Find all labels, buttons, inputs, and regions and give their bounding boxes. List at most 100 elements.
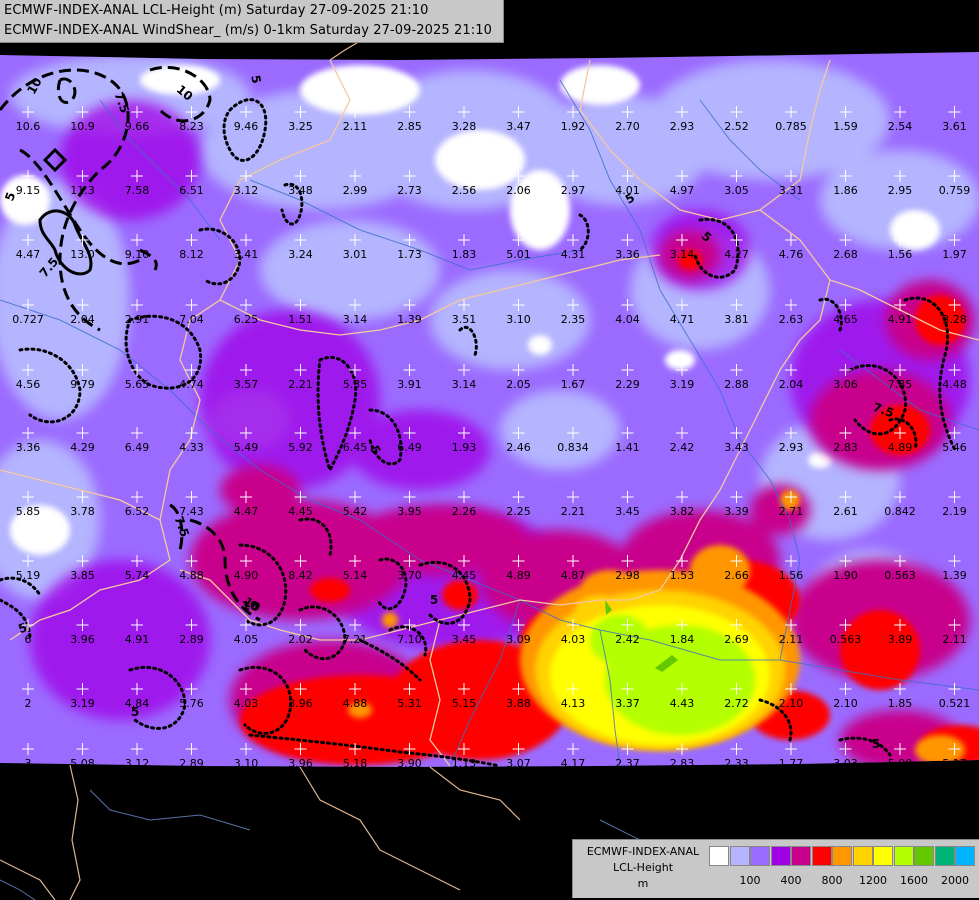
lcl-value-label: 8.23 — [179, 120, 204, 133]
lcl-value-label: 2.89 — [179, 633, 204, 646]
legend-swatch — [811, 846, 832, 866]
lcl-value-label: 6 — [25, 633, 32, 646]
lcl-value-label: 6.25 — [234, 313, 259, 326]
lcl-value-label: 5.35 — [343, 378, 368, 391]
lcl-value-label: 4.76 — [779, 248, 804, 261]
lcl-value-label: 2.42 — [670, 441, 695, 454]
lcl-value-label: 2.83 — [670, 757, 695, 770]
lcl-value-label: 3.24 — [288, 248, 313, 261]
legend-tick: 2000 — [941, 874, 969, 887]
lcl-value-label: 2.95 — [888, 184, 913, 197]
lcl-value-label: 3.70 — [397, 569, 422, 582]
lcl-value-label: 3.41 — [234, 248, 259, 261]
lcl-value-label: 10.9 — [70, 120, 95, 133]
lcl-value-label: 2.29 — [615, 378, 640, 391]
weather-map: 10 7.5 10 5 5 7.5 5 10 7.5 5 5 10 7.5 5 … — [0, 0, 979, 900]
lcl-value-label: 4.88 — [179, 569, 204, 582]
lcl-value-label: 3.05 — [724, 184, 749, 197]
lcl-value-label: 1.59 — [833, 120, 858, 133]
lcl-value-label: 2.46 — [506, 441, 531, 454]
lcl-value-label: 2.97 — [561, 184, 586, 197]
legend-tick: 100 — [739, 874, 761, 887]
lcl-value-label: 4.71 — [670, 313, 695, 326]
lcl-value-label: 3.45 — [452, 633, 477, 646]
lcl-value-label: 4.13 — [561, 697, 586, 710]
lcl-value-label: 3.28 — [942, 313, 967, 326]
lcl-value-label: 1.51 — [288, 313, 313, 326]
lcl-value-label: 3.57 — [234, 378, 259, 391]
lcl-value-label: 3.07 — [506, 757, 531, 770]
lcl-value-label: 4.33 — [179, 441, 204, 454]
legend-parameter: LCL-Height — [612, 861, 674, 874]
lcl-value-label: 4.45 — [452, 569, 477, 582]
lcl-value-label: 4.47 — [234, 505, 259, 518]
lcl-value-label: 2.89 — [179, 757, 204, 770]
lcl-value-label: 1.83 — [452, 248, 477, 261]
lcl-value-label: 2.10 — [833, 697, 858, 710]
color-legend: ECMWF-INDEX-ANAL LCL-Height m 100 400 800 1… — [572, 839, 979, 898]
lcl-value-label: 0.785 — [775, 120, 807, 133]
lcl-value-label: 2.85 — [397, 120, 422, 133]
lcl-value-label: 1.39 — [397, 313, 422, 326]
lcl-value-label: 0.521 — [939, 697, 971, 710]
lcl-value-label: 8.42 — [288, 569, 313, 582]
lcl-value-label: 0.842 — [884, 505, 916, 518]
lcl-value-label: 3.10 — [234, 757, 259, 770]
lcl-value-label: 3.95 — [397, 505, 422, 518]
lcl-value-label: 1.67 — [561, 378, 586, 391]
lcl-value-label: 4.05 — [234, 633, 259, 646]
lcl-value-label: 3.90 — [397, 757, 422, 770]
lcl-value-label: 2.19 — [942, 505, 967, 518]
lcl-value-label: 5.65 — [125, 378, 150, 391]
lcl-value-label: 3 — [25, 757, 32, 770]
lcl-value-label: 5.31 — [397, 697, 422, 710]
lcl-value-label: 2.66 — [724, 569, 749, 582]
lcl-value-label: 2.73 — [397, 184, 422, 197]
legend-swatch — [852, 846, 873, 866]
lcl-value-label: 1.86 — [833, 184, 858, 197]
lcl-value-label: 2 — [25, 697, 32, 710]
lcl-value-label: 3.12 — [125, 757, 150, 770]
lcl-value-label: 2.02 — [288, 633, 313, 646]
lcl-value-label: 2.69 — [724, 633, 749, 646]
lcl-value-label: 2.56 — [452, 184, 477, 197]
lcl-value-label: 2.91 — [125, 313, 150, 326]
lcl-value-label: 9.66 — [125, 120, 150, 133]
lcl-value-label: 2.05 — [506, 378, 531, 391]
lcl-value-label: 2.25 — [506, 505, 531, 518]
lcl-value-label: 7.04 — [179, 313, 204, 326]
lcl-value-label: 7.58 — [125, 184, 150, 197]
lcl-value-label: 3.09 — [506, 633, 531, 646]
lcl-value-label: 2.26 — [452, 505, 477, 518]
lcl-value-label: 1.13 — [452, 757, 477, 770]
lcl-value-label: 4.91 — [125, 633, 150, 646]
lcl-value-label: 2.68 — [833, 248, 858, 261]
legend-tick: 800 — [821, 874, 843, 887]
contour-label: 10 — [242, 599, 259, 613]
lcl-value-label: 2.83 — [833, 441, 858, 454]
lcl-value-label: 9.10 — [125, 248, 150, 261]
lcl-value-label: 2.99 — [343, 184, 368, 197]
legend-swatch — [914, 846, 934, 866]
lcl-value-label: 4.89 — [888, 441, 913, 454]
lcl-value-label: 4.29 — [70, 441, 95, 454]
lcl-value-label: 2.35 — [561, 313, 586, 326]
lcl-value-label: 4.04 — [615, 313, 640, 326]
lcl-value-label: 4.87 — [561, 569, 586, 582]
legend-tick: 400 — [780, 874, 802, 887]
lcl-value-label: 3.61 — [942, 120, 967, 133]
lcl-value-label: 5.08 — [70, 757, 95, 770]
lcl-value-label: 4.91 — [888, 313, 913, 326]
lcl-value-label: 2.93 — [670, 120, 695, 133]
lcl-value-label: 3.19 — [670, 378, 695, 391]
map-title-box: ECMWF-INDEX-ANAL LCL-Height (m) Saturday… — [0, 0, 504, 43]
lcl-value-label: 2.54 — [888, 120, 913, 133]
legend-swatch — [750, 846, 770, 866]
lcl-value-label: 2.21 — [561, 505, 586, 518]
lcl-value-label: 4.31 — [561, 248, 586, 261]
lcl-value-label: 0.759 — [939, 184, 971, 197]
lcl-value-label: 2.42 — [615, 633, 640, 646]
lcl-value-label: 1.56 — [779, 569, 804, 582]
lcl-value-label: 3.10 — [506, 313, 531, 326]
title-line-windshear: ECMWF-INDEX-ANAL WindShear_ (m/s) 0-1km … — [4, 23, 492, 38]
